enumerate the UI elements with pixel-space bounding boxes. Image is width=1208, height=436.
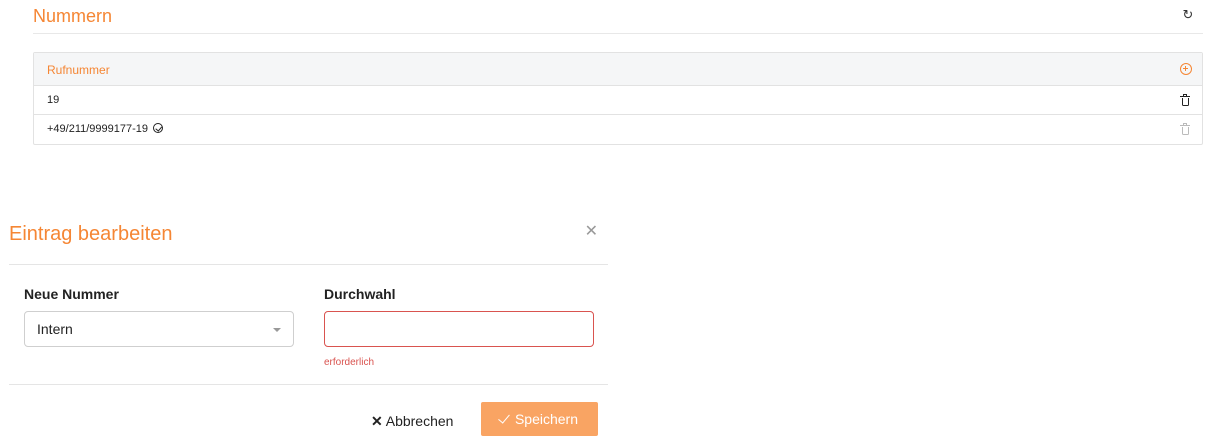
phone-number: 19 (47, 94, 60, 106)
phone-number: +49/211/9999177-19 (47, 123, 149, 135)
checkmark-icon (498, 411, 510, 424)
numbers-section-header: Nummern ↻ (33, 0, 1203, 34)
cancel-button-label: Abbrechen (385, 413, 454, 429)
check-circle-icon (153, 123, 164, 133)
table-row: 19 (34, 86, 1202, 115)
numbers-table: Rufnummer 19 +49/211/9999177-19 (33, 52, 1203, 145)
new-number-select[interactable]: Intern (24, 311, 294, 347)
table-row: +49/211/9999177-19 (34, 115, 1202, 144)
close-icon[interactable]: ✕ (585, 221, 598, 241)
add-circle-icon[interactable] (1180, 63, 1192, 75)
new-number-select-value: Intern (37, 321, 73, 337)
divider (9, 384, 608, 385)
trash-icon (1180, 123, 1190, 135)
phone-number-cell: +49/211/9999177-19 (47, 123, 164, 135)
extension-error-message: erforderlich (324, 357, 375, 368)
close-icon: ✕ (371, 413, 383, 429)
cancel-button[interactable]: ✕ Abbrechen (371, 413, 453, 430)
table-header: Rufnummer (34, 53, 1202, 86)
save-button-label: Speichern (514, 411, 579, 427)
caret-down-icon (273, 328, 281, 332)
trash-icon[interactable] (1180, 94, 1190, 106)
new-number-label: Neue Nummer (24, 286, 119, 302)
dialog-title: Eintrag bearbeiten (9, 223, 173, 245)
column-header-rufnummer: Rufnummer (47, 63, 110, 77)
extension-input[interactable] (324, 311, 594, 347)
edit-entry-dialog: Eintrag bearbeiten ✕ Neue Nummer Durchwa… (9, 205, 608, 436)
refresh-icon[interactable]: ↻ (1181, 8, 1195, 22)
extension-label: Durchwahl (324, 286, 396, 302)
save-button[interactable]: Speichern (481, 402, 598, 436)
page-title: Nummern (33, 6, 113, 26)
divider (9, 264, 608, 265)
